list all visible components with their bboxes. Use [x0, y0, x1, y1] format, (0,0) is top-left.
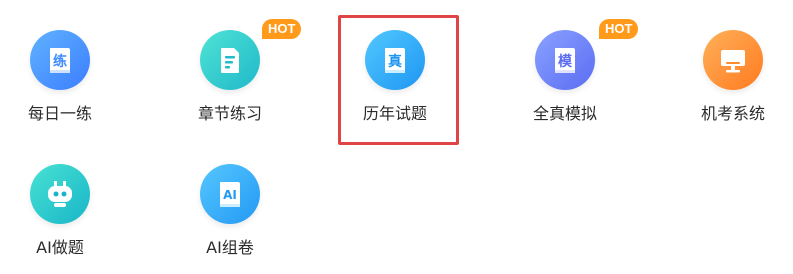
tile-label: AI做题 [36, 238, 84, 257]
tile-chapter-practice[interactable]: 章节练习 [170, 30, 290, 130]
tile-computer-exam[interactable]: 机考系统 [673, 30, 793, 130]
tile-label: 全真模拟 [532, 104, 597, 123]
icon-glyph: 模 [558, 53, 573, 70]
ai-paper-icon: AI [200, 164, 260, 224]
hot-badge: HOT [262, 19, 302, 39]
book-mo-icon: 模 [535, 30, 595, 90]
tile-ai-practice[interactable]: AI做题 [0, 164, 120, 264]
icon-glyph: 练 [53, 53, 67, 70]
tile-label: 机考系统 [700, 104, 765, 123]
tile-label: 章节练习 [197, 104, 262, 123]
icon-glyph: AI [223, 188, 237, 202]
monitor-icon [703, 30, 763, 90]
selection-highlight [338, 15, 459, 145]
tile-ai-paper[interactable]: AI AI组卷 [170, 164, 290, 264]
robot-icon [30, 164, 90, 224]
book-lian-icon: 练 [30, 30, 90, 90]
document-icon [200, 30, 260, 90]
tile-daily-practice[interactable]: 练 每日一练 [0, 30, 120, 130]
tile-label: AI组卷 [206, 238, 254, 257]
tile-label: 每日一练 [27, 104, 92, 123]
tile-mock-exam[interactable]: 模 全真模拟 [505, 30, 625, 130]
hot-badge: HOT [599, 19, 639, 39]
